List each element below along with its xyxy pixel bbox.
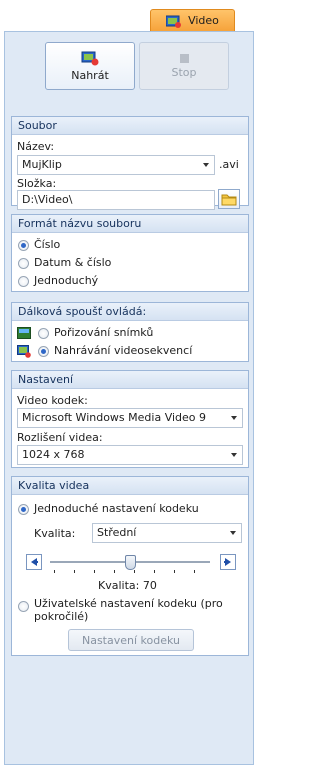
name-field[interactable]: MujKlip [17, 155, 215, 175]
codec-select[interactable]: Microsoft Windows Media Video 9 [17, 408, 243, 428]
slider-tick [94, 570, 95, 573]
filename-format-group: Formát názvu souboru Číslo Datum & číslo… [11, 214, 249, 292]
arrow-right-icon [224, 558, 231, 566]
folder-field[interactable]: D:\Video\ [17, 190, 215, 210]
format-date-number-radio[interactable] [18, 258, 29, 269]
quality-group: Kvalita videa Jednoduché nastavení kodek… [11, 476, 249, 656]
chevron-down-icon[interactable] [203, 163, 209, 167]
slider-increase-button[interactable] [220, 554, 236, 570]
format-simple-label[interactable]: Jednoduchý [34, 274, 98, 287]
video-record-icon [81, 51, 99, 66]
trigger-photo-radio[interactable] [38, 328, 49, 339]
photo-capture-icon [17, 327, 31, 339]
slider-thumb[interactable] [125, 555, 136, 570]
folder-icon [221, 194, 237, 205]
name-label: Název: [17, 140, 55, 153]
name-value: MujKlip [22, 158, 62, 171]
stop-button-label: Stop [171, 65, 197, 79]
record-button[interactable]: Nahrát [45, 42, 135, 90]
tab-video[interactable]: Video [150, 9, 235, 31]
file-group-header: Soubor [12, 117, 248, 135]
folder-label: Složka: [17, 177, 57, 190]
trigger-photo-label[interactable]: Pořizování snímků [54, 326, 153, 339]
quality-select[interactable]: Střední [92, 523, 242, 543]
stop-icon [179, 53, 189, 63]
record-toolbar: Nahrát Stop [45, 42, 229, 90]
chevron-down-icon[interactable] [230, 531, 236, 535]
slider-tick [174, 570, 175, 573]
settings-group: Nastavení Video kodek: Microsoft Windows… [11, 370, 249, 468]
trigger-video-label[interactable]: Nahrávání videosekvencí [54, 344, 192, 357]
quality-value: Střední [97, 526, 137, 539]
video-record-icon [17, 345, 31, 358]
settings-header: Nastavení [12, 371, 248, 389]
slider-decrease-button[interactable] [26, 554, 42, 570]
codec-settings-button-label: Nastavení kodeku [81, 633, 181, 647]
slider-tick [194, 570, 195, 573]
format-simple-radio[interactable] [18, 276, 29, 287]
format-date-number-label[interactable]: Datum & číslo [34, 256, 111, 269]
folder-value: D:\Video\ [22, 193, 73, 206]
stop-button[interactable]: Stop [139, 42, 229, 90]
format-number-label[interactable]: Číslo [34, 238, 60, 251]
slider-tick [114, 570, 115, 573]
slider-tick [134, 570, 135, 573]
quality-label: Kvalita: [34, 527, 76, 540]
quality-readout: Kvalita: 70 [98, 579, 157, 592]
filename-format-header: Formát názvu souboru [12, 215, 248, 233]
codec-label: Video kodek: [17, 394, 88, 407]
quality-slider[interactable] [50, 552, 210, 576]
quality-header: Kvalita videa [12, 477, 248, 495]
arrow-left-icon [31, 558, 38, 566]
browse-folder-button[interactable] [218, 189, 240, 209]
remote-trigger-header: Dálková spoušť ovládá: [12, 303, 248, 321]
tab-video-label: Video [188, 14, 219, 27]
format-number-radio[interactable] [18, 240, 29, 251]
slider-tick [54, 570, 55, 573]
quality-custom-radio[interactable] [18, 601, 29, 612]
chevron-down-icon[interactable] [231, 416, 237, 420]
codec-settings-button[interactable]: Nastavení kodeku [68, 629, 194, 651]
trigger-video-radio[interactable] [38, 346, 49, 357]
slider-tick [154, 570, 155, 573]
chevron-down-icon[interactable] [231, 453, 237, 457]
resolution-select[interactable]: 1024 x 768 [17, 445, 243, 465]
resolution-value: 1024 x 768 [22, 448, 85, 461]
quality-custom-label[interactable]: Uživatelské nastavení kodeku (pro pokroč… [34, 597, 246, 623]
quality-simple-radio[interactable] [18, 504, 29, 515]
remote-trigger-group: Dálková spoušť ovládá: Pořizování snímků… [11, 302, 249, 362]
resolution-label: Rozlišení videa: [17, 431, 103, 444]
record-button-label: Nahrát [71, 69, 109, 82]
extension-label: .avi [219, 158, 239, 171]
codec-value: Microsoft Windows Media Video 9 [22, 411, 207, 424]
slider-tick [74, 570, 75, 573]
quality-simple-label[interactable]: Jednoduché nastavení kodeku [34, 502, 199, 515]
video-record-icon [166, 15, 182, 28]
file-group: Soubor Název: MujKlip .avi Složka: D:\Vi… [11, 116, 249, 210]
video-panel: Nahrát Stop Soubor Název: MujKlip .avi S… [4, 31, 254, 765]
